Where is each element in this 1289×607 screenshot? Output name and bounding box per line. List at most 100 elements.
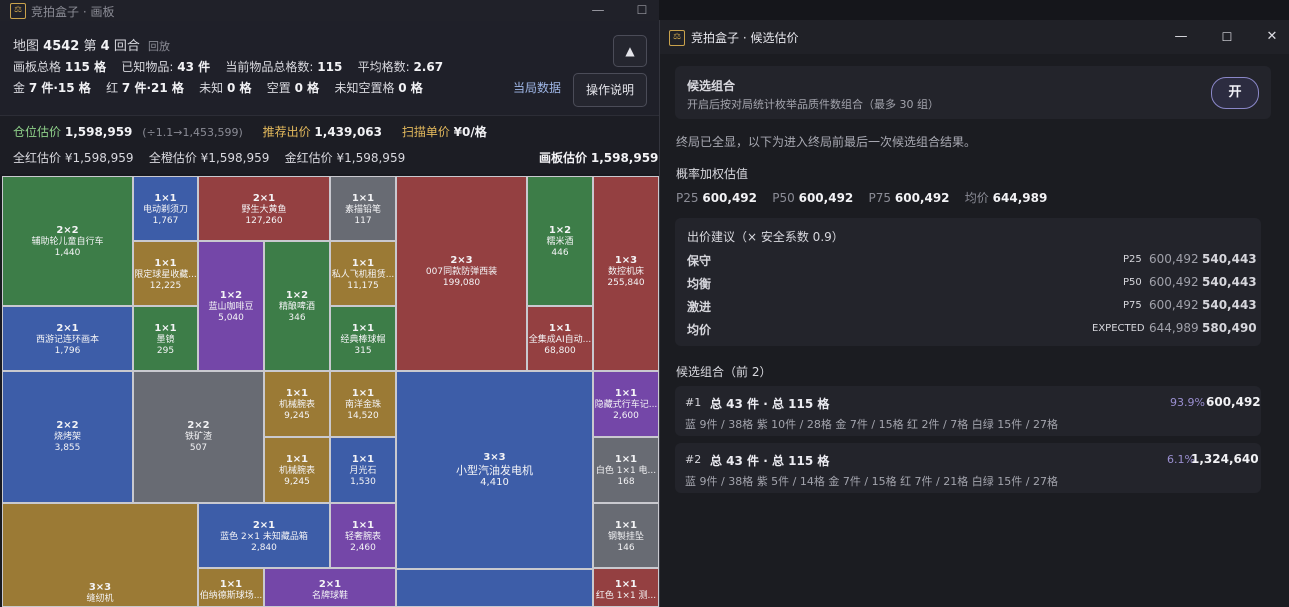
bid-row-key: P25 [1123,254,1142,265]
board-cell-empty[interactable] [396,569,593,607]
board-cell[interactable]: 2×2 铁矿渣 507 [133,371,264,503]
board-cell[interactable]: 1×1 轻奢腕表 2,460 [330,503,396,568]
board-cell[interactable]: 1×1 限定球星收藏... 12,225 [133,241,198,306]
cell-size: 1×1 [285,388,309,399]
cell-size: 2×1 [252,520,276,531]
empty-label: 空置 [266,81,291,95]
close-button[interactable]: ✕ [1249,20,1289,54]
minimize-button[interactable]: — [575,0,621,21]
board-cell[interactable]: 1×1 素描铅笔 117 [330,176,396,241]
board-cell[interactable]: 1×1 白色 1×1 电... 168 [593,437,659,503]
gold-label: 金 [13,81,26,95]
board-cell[interactable]: 1×1 墨镜 295 [133,306,198,371]
cell-size: 1×2 [548,225,572,236]
p25-label: P25 [676,191,699,205]
allorange-label: 全橙估价 [148,151,197,165]
unknown-empty-label: 未知空置格 [334,81,395,95]
board-cell[interactable]: 1×2 精酿啤酒 346 [264,241,330,371]
board-cell[interactable]: 2×1 名牌球鞋 [264,568,396,607]
window-title: 竞拍盒子 · 画板 [31,5,115,19]
candidate-row[interactable]: #1 总 43 件 · 总 115 格 93.9% 600,492 蓝 9件 /… [675,386,1261,436]
map-label: 地图 [13,39,40,54]
combo-title: 候选组合 [687,79,736,93]
cell-size: 2×1 [318,579,342,590]
weighted-values: P25 600,492 P50 600,492 P75 600,492 均价 6… [676,189,1047,206]
cell-size: 3×3 [88,582,112,593]
minimize-button[interactable]: — [1158,20,1204,54]
allorange-value: ¥1,598,959 [200,151,270,165]
cell-value: 168 [617,477,635,487]
window-title: 竞拍盒子 · 候选估价 [691,31,799,45]
cell-size: 2×1 [56,323,79,334]
final-note: 终局已全显，以下为进入终局前最后一次候选组合结果。 [676,135,977,149]
cell-size: 1×1 [614,579,638,590]
board-cell[interactable]: 1×1 私人飞机租赁... 11,175 [330,241,396,306]
map-id: 4542 [43,39,80,54]
cang-value: 1,598,959 [64,125,133,139]
avg-value: 2.67 [413,60,444,74]
cell-name: 素描铅笔 [344,205,381,215]
board-cell[interactable]: 3×3 小型汽油发电机 4,410 [396,371,593,569]
board-cell[interactable]: 1×1 机械腕表 9,245 [264,371,330,437]
board-cell[interactable]: 1×2 蓝山咖啡豆 5,040 [198,241,264,371]
cell-size: 1×1 [614,454,638,465]
board-cell[interactable]: 3×3 缝纫机 [2,503,198,607]
cell-size: 1×2 [285,290,309,301]
board-cell[interactable]: 1×1 隐藏式行车记... 2,600 [593,371,659,437]
replay-link[interactable]: 回放 [148,40,170,53]
stats-line-2: 金 7 件·15 格 红 7 件·21 格 未知 0 格 空置 0 格 未知空置… [13,79,423,96]
candidate-titlebar: ⚖ 竞拍盒子 · 候选估价 — ☐ ✕ [660,20,1289,54]
board-cell[interactable]: 2×2 辅助轮儿童自行车 1,440 [2,176,133,306]
red-value: 7 件·21 格 [121,81,184,95]
board-cell[interactable]: 1×1 经典棒球帽 315 [330,306,396,371]
candidates-title: 候选组合（前 2） [676,365,772,379]
board-cell[interactable]: 2×1 野生大黄鱼 127,260 [198,176,330,241]
bid-row-value: 540,443 [1202,275,1257,289]
red-label: 红 [106,81,119,95]
board-cell[interactable]: 2×3 007同款防弹西装 199,080 [396,176,527,371]
candidate-row[interactable]: #2 总 43 件 · 总 115 格 6.1% 1,324,640 蓝 9件 … [675,443,1261,493]
board-cell[interactable]: 1×1 伯纳德斯球场... [198,568,264,607]
cell-name: 电动剃须刀 [142,205,188,215]
cell-size: 2×3 [450,255,473,266]
bid-label: 推荐出价 [262,125,311,139]
board-cell[interactable]: 1×1 全集成AI自动... 68,800 [527,306,593,371]
instructions-button[interactable]: 操作说明 [573,73,647,107]
cell-value: 1,440 [54,248,81,258]
combo-toggle-button[interactable]: 开 [1211,77,1259,109]
cell-value: 5,040 [218,313,244,323]
cell-name: 数控机床 [607,267,644,277]
p75-label: P75 [868,191,892,205]
board-cell[interactable]: 1×1 红色 1×1 测... [593,568,659,607]
board-cell[interactable]: 1×1 机械腕表 9,245 [264,437,330,503]
board-cell[interactable]: 1×3 数控机床 255,840 [593,176,659,371]
p25-value: 600,492 [702,191,757,205]
board-cell[interactable]: 2×1 西游记连环画本 1,796 [2,306,133,371]
maximize-button[interactable]: ☐ [619,0,659,21]
bid-row-label: 均价 [687,323,712,337]
bid-row-label: 均衡 [687,277,712,291]
cell-name: 私人飞机租赁... [331,270,395,280]
bid-row-value: 540,443 [1202,298,1257,312]
board-cell[interactable]: 1×2 糯米酒 446 [527,176,593,306]
bid-row-key: EXPECTED [1092,323,1145,334]
p50-label: P50 [772,191,795,205]
gold-value: 7 件·15 格 [28,81,91,95]
board-cell[interactable]: 2×2 烧烤架 3,855 [2,371,133,503]
goldred-value: ¥1,598,959 [336,151,406,165]
board-cell[interactable]: 1×1 月光石 1,530 [330,437,396,503]
board-cell[interactable]: 2×1 蓝色 2×1 未知藏品箱 2,840 [198,503,330,568]
round-data-link[interactable]: 当局数据 [513,79,561,96]
board-cell[interactable]: 1×1 南洋金珠 14,520 [330,371,396,437]
pin-button[interactable]: ▲ [613,35,647,67]
combo-panel: 候选组合 开启后按对局统计枚举品质件数组合（最多 30 组） 开 [675,66,1271,119]
cell-name: 南洋金珠 [344,400,381,410]
board-cell[interactable]: 1×1 钢製挂坠 146 [593,503,659,568]
cell-name: 经典棒球帽 [340,335,386,345]
cell-value: 68,800 [544,346,576,356]
maximize-button[interactable]: ☐ [1204,20,1250,54]
cell-name: 全集成AI自动... [528,335,592,345]
board-cell[interactable]: 1×1 电动剃须刀 1,767 [133,176,198,241]
cell-value: 11,175 [347,281,379,291]
cell-value: 14,520 [347,411,379,421]
